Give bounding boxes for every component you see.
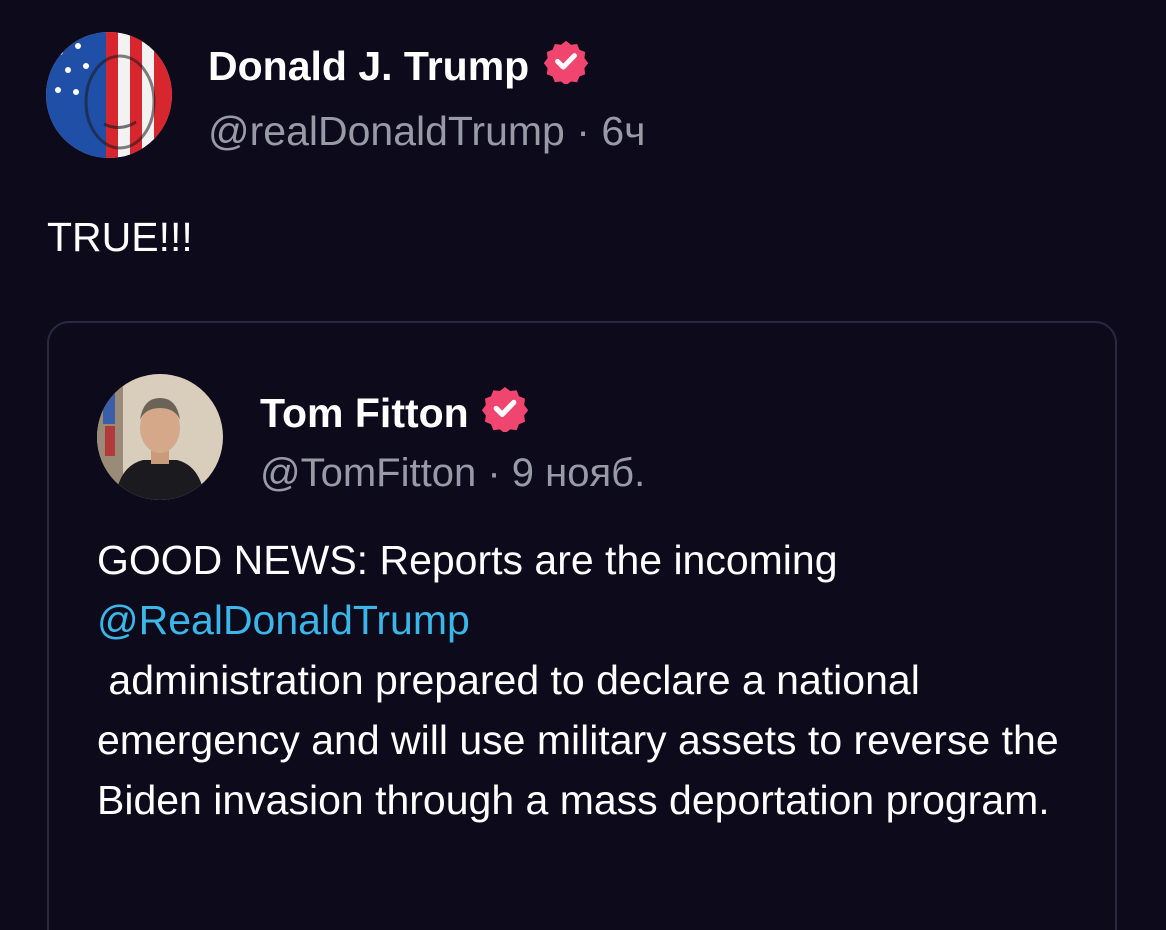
separator: · — [487, 451, 501, 495]
post-text: TRUE!!! — [47, 214, 193, 260]
quoted-post-time[interactable]: 9 нояб. — [512, 451, 645, 495]
quoted-text-rest: administration prepared to declare a nat… — [97, 657, 1071, 823]
author-handle-line: @realDonaldTrump · 6ч — [208, 108, 646, 155]
separator: · — [576, 108, 590, 154]
mention-link[interactable]: @RealDonaldTrump — [97, 590, 1097, 650]
author-handle[interactable]: @realDonaldTrump — [208, 108, 565, 154]
quoted-author-name[interactable]: Tom Fitton — [260, 384, 529, 442]
post-time[interactable]: 6ч — [601, 108, 645, 154]
quoted-post-text: GOOD NEWS: Reports are the incoming @Rea… — [97, 530, 1097, 830]
quoted-text-intro: GOOD NEWS: Reports are the incoming — [97, 537, 838, 583]
author-name-text: Donald J. Trump — [208, 42, 530, 89]
quoted-author-avatar[interactable] — [97, 374, 223, 500]
quoted-author-handle[interactable]: @TomFitton — [260, 451, 476, 495]
author-avatar[interactable] — [46, 32, 172, 158]
author-name[interactable]: Donald J. Trump — [208, 38, 589, 94]
quoted-author-handle-line: @TomFitton · 9 нояб. — [260, 451, 645, 496]
quoted-author-name-text: Tom Fitton — [260, 389, 469, 436]
verified-badge-icon — [543, 38, 589, 94]
verified-badge-icon — [481, 384, 529, 442]
